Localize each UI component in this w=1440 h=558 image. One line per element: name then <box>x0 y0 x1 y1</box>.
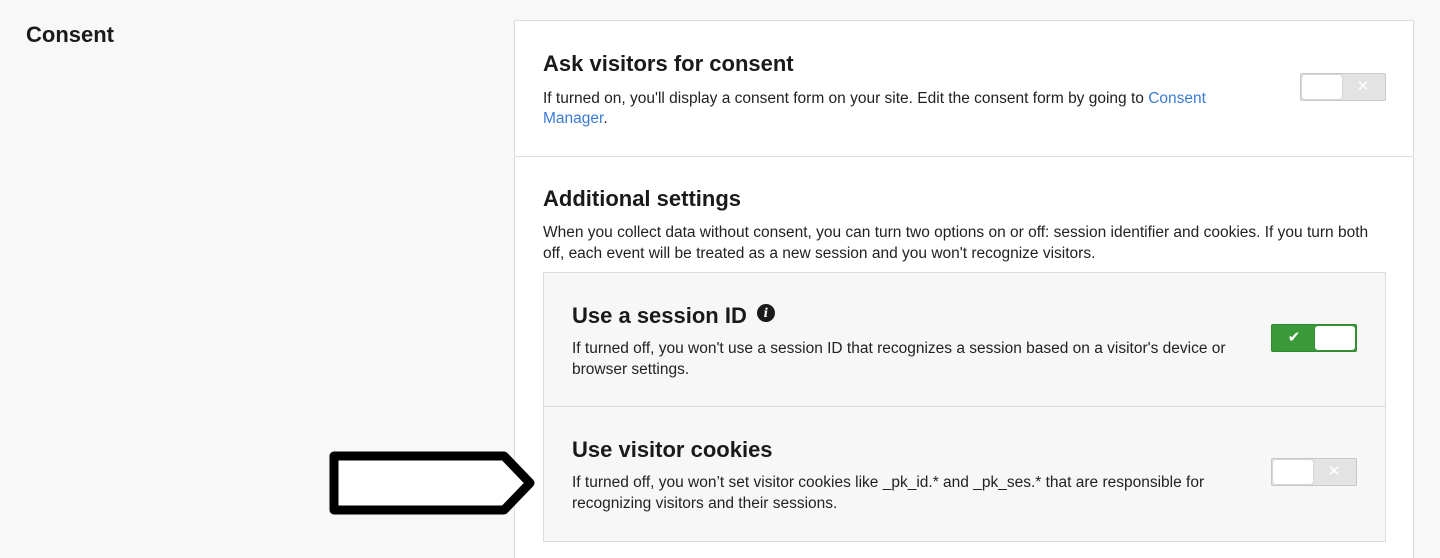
close-icon: ✕ <box>1356 78 1370 95</box>
visitor-cookies-title: Use visitor cookies <box>572 437 773 462</box>
ask-consent-desc-text: If turned on, you'll display a consent f… <box>543 90 1149 107</box>
session-id-setting: Use a session ID i If turned off, you wo… <box>544 273 1385 407</box>
session-id-toggle[interactable]: ✔ <box>1271 324 1357 352</box>
toggle-knob <box>1273 460 1313 484</box>
section-title: Consent <box>26 22 114 47</box>
ask-consent-title: Ask visitors for consent <box>543 51 794 76</box>
toggle-knob <box>1302 75 1342 99</box>
consent-settings-page: Consent Ask visitors for consent If turn… <box>0 0 1440 558</box>
ask-consent-toggle[interactable]: ✕ <box>1300 73 1386 101</box>
visitor-cookies-toggle[interactable]: ✕ <box>1271 458 1357 486</box>
additional-settings-panel: Use a session ID i If turned off, you wo… <box>543 272 1386 542</box>
visitor-cookies-description: If turned off, you won’t set visitor coo… <box>572 474 1205 512</box>
info-icon[interactable]: i <box>756 304 775 322</box>
session-id-title: Use a session ID <box>572 303 747 328</box>
ask-consent-description: If turned on, you'll display a consent f… <box>543 89 1243 129</box>
session-id-heading: Use a session ID i <box>572 303 775 329</box>
visitor-cookies-heading: Use visitor cookies <box>572 437 773 463</box>
toggle-knob <box>1315 326 1355 350</box>
additional-settings-title: Additional settings <box>543 186 741 211</box>
visitor-cookies-setting: Use visitor cookies If turned off, you w… <box>544 407 1385 541</box>
annotation-arrow-icon <box>329 451 535 515</box>
ask-consent-block: Ask visitors for consent If turned on, y… <box>515 21 1413 157</box>
check-icon: ✔ <box>1287 329 1301 346</box>
consent-panel: Ask visitors for consent If turned on, y… <box>514 20 1414 558</box>
ask-consent-desc-suffix: . <box>603 110 608 127</box>
session-id-description: If turned off, you won't use a session I… <box>572 340 1226 378</box>
close-icon: ✕ <box>1327 463 1341 480</box>
additional-settings-description: When you collect data without consent, y… <box>543 224 1369 262</box>
